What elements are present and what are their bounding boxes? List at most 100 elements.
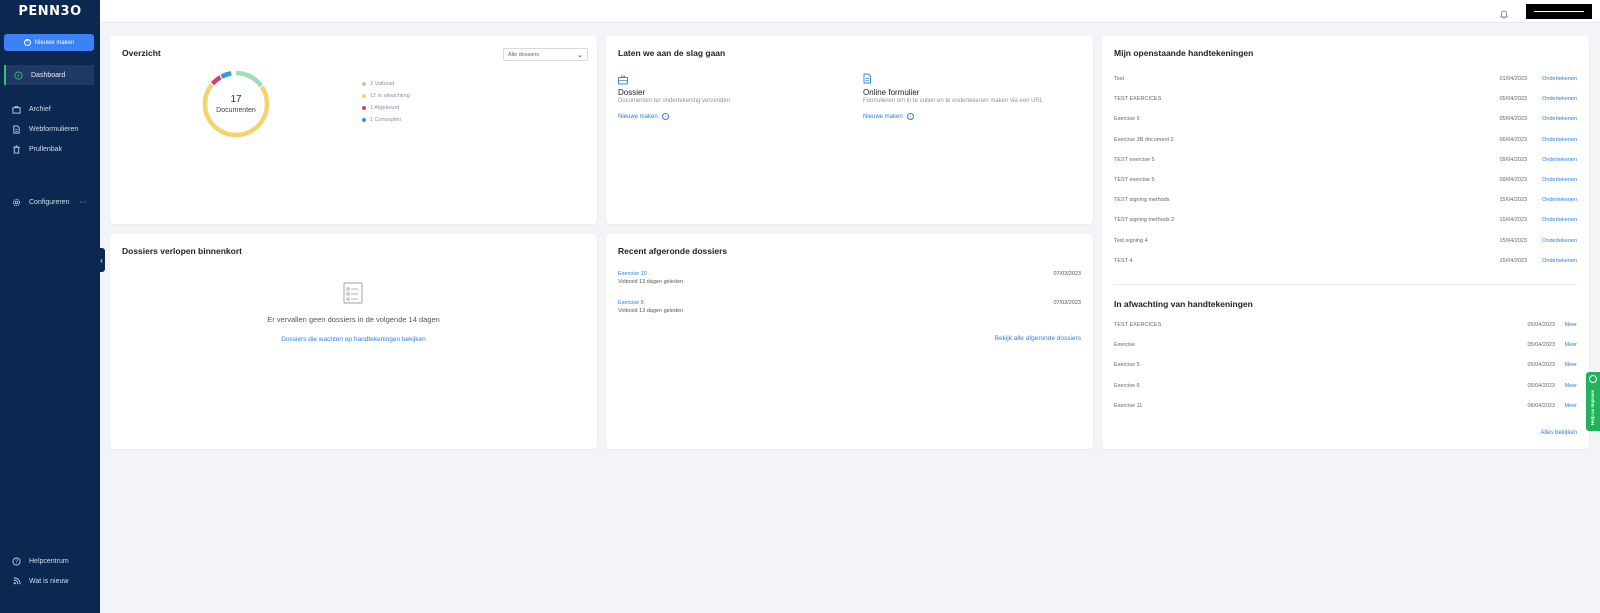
recent-dossier-date: 07/03/2023 [1053,300,1081,306]
card-title: In afwachting van handtekeningen [1114,299,1253,309]
legend-dot [362,94,366,98]
view-all-completed-link[interactable]: Bekijk alle afgeronde dossiers [995,335,1081,342]
sidebar-item-trash[interactable]: Prullenbak [4,139,94,159]
document-icon [12,124,21,134]
row-action-link[interactable]: Ondertekenen [1542,197,1577,203]
chevron-left-icon: ‹ [100,255,103,265]
recent-dossier-status: Voltooid 13 dagen geleden [618,279,684,285]
row-action-link[interactable]: Ondertekenen [1542,177,1577,183]
expiring-card: Dossiers verlopen binnenkort Er vervalle… [110,234,597,449]
legend-item: 1 Afgekeurd [362,105,399,111]
sidebar-item-label: Dashboard [31,71,66,79]
view-all-link[interactable]: Alles bekijken [1540,430,1577,436]
row-action-link[interactable]: Meer [1564,383,1577,389]
sidebar: PENN3O + Nieuwe maken Dashboard Archief … [0,0,100,613]
table-row: TEST 4 15/04/2023 Ondertekenen [1114,258,1577,268]
legend-dot [362,106,366,110]
row-action-link[interactable]: Meer [1564,342,1577,348]
row-name: TEST exercise 5 [1114,177,1155,183]
row-date: 09/04/2023 [1499,177,1527,183]
recent-dossier-link[interactable]: Exercise 8 [618,300,644,306]
table-row: TEST exercise 5 09/04/2023 Ondertekenen [1114,177,1577,187]
row-action-link[interactable]: Ondertekenen [1542,96,1577,102]
sidebar-item-webforms[interactable]: Webformulieren [4,119,94,139]
row-date: 05/04/2023 [1527,342,1555,349]
row-date: 05/04/2023 [1499,116,1527,123]
view-awaiting-link[interactable]: Dossiers die wachten op handtekeningen b… [110,336,597,343]
new-item-button[interactable]: + Nieuwe maken [4,34,94,51]
recent-completed-card: Recent afgeronde dossiers Exercise 10 Vo… [606,234,1093,449]
row-name: Exercise 6 [1114,116,1140,123]
row-action-link[interactable]: Ondertekenen [1542,137,1577,143]
new-form-link[interactable]: Nieuwe maken › [863,113,914,120]
documents-total: 17 [230,94,242,105]
row-date: 05/04/2023 [1527,382,1555,389]
arrow-right-circle-icon: › [661,113,669,120]
recent-dossier-link[interactable]: Exercise 10 [618,271,647,277]
row-name: Test [1114,76,1125,82]
new-dossier-link[interactable]: Nieuwe maken › [618,113,669,120]
collapse-sidebar-button[interactable]: ‹ [98,248,105,272]
row-name: TEST EXERCICES [1114,322,1162,328]
card-title: Recent afgeronde dossiers [618,246,728,256]
legend-dot [362,82,366,86]
row-action-link[interactable]: Ondertekenen [1542,238,1577,244]
row-date: 06/04/2023 [1527,402,1555,409]
table-row: Test signing 4 15/04/2023 Ondertekenen [1114,238,1577,248]
sidebar-item-label: Configureren [29,198,70,206]
table-row: TEST signing methods 2 15/04/2023 Ondertek… [1114,217,1577,227]
row-action-link[interactable]: Meer [1564,403,1577,409]
sidebar-item-configure[interactable]: Configureren ··· [4,192,94,212]
card-title: Laten we aan de slag gaan [618,48,726,58]
bell-icon[interactable] [1499,6,1509,19]
checklist-icon [343,282,363,309]
row-name: TEST signing methods 2 [1114,217,1175,224]
table-row: TEST EXERCICES 05/04/2023 Meer [1114,322,1577,332]
link-label: Nieuwe maken [618,113,658,120]
sidebar-item-label: Webformulieren [29,125,79,133]
user-menu[interactable] [1526,4,1592,19]
sidebar-item-whats-new[interactable]: Wat is nieuw [4,571,94,591]
row-action-link[interactable]: Ondertekenen [1542,217,1577,223]
legend-dot [362,118,366,122]
legend-label: 12 in afwachting [370,93,410,99]
row-action-link[interactable]: Ondertekenen [1542,76,1577,82]
table-row: TEST EXERCICES 05/04/2023 Ondertekenen [1114,96,1577,106]
dossier-description: Documenten ter ondertekening verzenden [618,98,731,104]
feedback-tab[interactable]: Help us improve [1586,372,1600,431]
signatures-card: Mijn openstaande handtekeningen Test 01/0… [1102,36,1589,449]
row-name: Exercise 3B document 2 [1114,136,1174,143]
form-icon [862,71,872,89]
table-row: Exercise 11 06/04/2023 Meer [1114,403,1577,413]
row-name: TEST exercise 5 [1114,156,1155,163]
broadcast-icon [12,576,21,586]
sidebar-item-dashboard[interactable]: Dashboard [4,65,94,85]
row-date: 01/04/2023 [1499,76,1527,82]
dossier-filter-select[interactable]: Alle dossiers ⌄ [503,48,588,61]
row-action-link[interactable]: Meer [1564,362,1577,368]
more-icon[interactable]: ··· [79,199,86,206]
online-form-description: Formulieren om in te vullen en te ondert… [863,98,1044,104]
legend-label: 1 Afgekeurd [370,105,400,111]
row-date: 15/04/2023 [1499,237,1527,244]
row-action-link[interactable]: Ondertekenen [1542,258,1577,264]
sidebar-item-helpcenter[interactable]: ? Helpcentrum [4,551,94,571]
filter-value: Alle dossiers [508,51,540,58]
app-logo[interactable]: PENN3O [0,0,100,22]
arrow-right-circle-icon: › [906,113,914,120]
row-date: 09/04/2023 [1499,156,1527,163]
trash-icon [12,144,21,154]
table-row: Exercise 05/04/2023 Meer [1114,342,1577,352]
recent-dossier-status: Voltooid 13 dagen geleden [618,308,684,314]
row-action-link[interactable]: Meer [1564,322,1577,328]
row-action-link[interactable]: Ondertekenen [1542,157,1577,163]
briefcase-icon [12,105,21,114]
card-title: Mijn openstaande handtekeningen [1114,48,1254,58]
empty-state-text: Er vervallen geen dossiers in de volgend… [267,315,440,324]
row-action-link[interactable]: Ondertekenen [1542,116,1577,122]
table-row: TEST exercise 5 09/04/2023 Ondertekenen [1114,157,1577,167]
recent-dossier-date: 07/03/2023 [1053,271,1081,277]
card-title: Overzicht [122,48,161,58]
sidebar-item-archive[interactable]: Archief [4,99,94,119]
sidebar-item-label: Prullenbak [29,145,63,153]
